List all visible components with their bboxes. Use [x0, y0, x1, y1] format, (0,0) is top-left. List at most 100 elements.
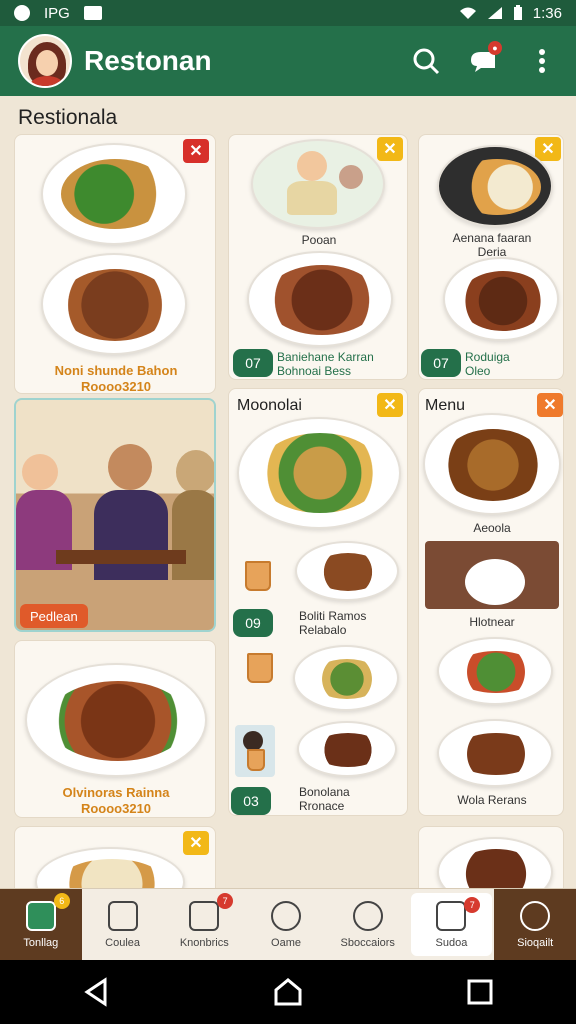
nav-label: Sioqailt — [517, 936, 554, 949]
more-vert-icon — [539, 49, 545, 73]
dish-image — [437, 145, 553, 227]
game-icon — [271, 900, 302, 931]
back-icon[interactable] — [81, 977, 111, 1007]
avatar[interactable] — [18, 34, 72, 88]
menu-card-left[interactable]: Moonolai ✕ 09 Boliti Ramos Relabalo 03 B… — [228, 388, 408, 816]
signal-icon — [487, 7, 502, 19]
wifi-icon — [459, 7, 476, 19]
nav-badge: 7 — [217, 893, 234, 909]
dish-image — [247, 251, 393, 347]
menu-card-right[interactable]: Menu ✕ Aeoola Hlotnear Wola Rerans — [418, 388, 564, 816]
status-bar: IPG 1:36 — [0, 0, 576, 26]
dish-code: Roooo3210 — [80, 800, 152, 816]
dish-image — [437, 719, 553, 787]
dish-name: Boliti Ramos — [299, 609, 367, 623]
close-icon[interactable]: ✕ — [537, 393, 563, 417]
home-icon — [25, 900, 56, 931]
thumbnail-image — [235, 725, 275, 777]
image-caption: Aenana faaran — [452, 231, 532, 245]
person-icon — [520, 900, 551, 931]
close-icon[interactable]: ✕ — [535, 137, 561, 161]
nav-item-discover[interactable]: Sboccaiors — [327, 889, 409, 960]
count-badge: 07 — [421, 349, 461, 377]
dish-image — [443, 257, 559, 341]
nav-item-game[interactable]: Oame — [245, 889, 327, 960]
cart-icon — [189, 900, 220, 931]
dish-image — [41, 143, 187, 245]
dish-code: Bohnoai Bess — [277, 364, 352, 379]
notification-icon — [14, 5, 30, 21]
nav-item-menu[interactable]: Coulea — [82, 889, 164, 960]
dish-card-7[interactable]: Olvinoras Rainna Roooo3210 — [14, 640, 216, 818]
nav-item-orders[interactable]: Sudoa 7 — [410, 893, 493, 956]
dish-name: Bonolana — [299, 785, 350, 799]
nav-label: Sboccaiors — [340, 936, 395, 949]
dish-card-9[interactable] — [418, 826, 564, 896]
more-options-button[interactable] — [526, 45, 558, 77]
app-bar: Restonan ● — [0, 26, 576, 96]
card-title: Moonolai — [237, 397, 302, 414]
dish-image — [297, 721, 397, 777]
nav-badge: 6 — [53, 893, 70, 909]
nav-item-cart[interactable]: Knonbrics 7 — [163, 889, 245, 960]
restaurant-button[interactable]: Pedlean — [20, 604, 88, 628]
dish-code: Rronace — [299, 799, 345, 814]
nav-item-home[interactable]: Tonllag 6 — [0, 889, 82, 960]
dish-name: Noni shunde Bahon — [54, 363, 178, 378]
home-button-icon[interactable] — [273, 977, 303, 1007]
orders-icon — [436, 900, 467, 931]
dish-code: Roooo3210 — [80, 378, 152, 394]
notification-badge: ● — [488, 41, 502, 55]
close-icon[interactable]: ✕ — [377, 137, 403, 161]
dish-code: Relabalo — [299, 623, 347, 638]
nav-item-profile[interactable]: Sioqailt — [494, 889, 576, 960]
nav-label: Tonllag — [23, 936, 59, 949]
count-badge: 03 — [231, 787, 271, 815]
restaurant-photo-card[interactable]: Pedlean — [14, 398, 216, 632]
dish-name: Roduiga — [465, 350, 510, 364]
drink-image — [247, 653, 273, 683]
dish-image — [25, 663, 207, 777]
bottom-navigation: Tonllag 6 Coulea Knonbrics 7 Oame Sbocca… — [0, 888, 576, 960]
nav-label: Oame — [271, 936, 301, 949]
status-time: 1:36 — [532, 4, 562, 22]
close-icon[interactable]: ✕ — [377, 393, 403, 417]
nav-label: Knonbrics — [179, 936, 229, 949]
status-app-label: IPG — [44, 4, 70, 22]
dish-image — [295, 541, 399, 601]
drink-image — [245, 561, 271, 591]
dish-image — [423, 413, 561, 515]
nav-label: Coulea — [105, 936, 140, 949]
close-icon[interactable]: ✕ — [183, 831, 209, 855]
close-icon[interactable]: ✕ — [183, 139, 209, 163]
dish-card-1[interactable]: ✕ Noni shunde Bahon Roooo3210 — [14, 134, 216, 394]
dish-name: Baniehane Karran — [277, 350, 374, 364]
dish-card-3[interactable]: ✕ Aenana faaran Deria 07 Roduiga Oleo — [418, 134, 564, 380]
dish-image — [237, 417, 401, 529]
nav-label: Sudoa — [435, 936, 468, 949]
image-caption: Aeoola — [473, 521, 511, 535]
menu-book-icon — [107, 900, 138, 931]
dish-card-2[interactable]: ✕ Pooan 07 Baniehane Karran Bohnoai Bess — [228, 134, 408, 380]
dish-image — [437, 637, 553, 705]
message-icon — [83, 6, 102, 20]
page-title: Restionala — [18, 106, 118, 129]
image-caption: Pooan — [301, 233, 337, 247]
recents-icon[interactable] — [465, 977, 495, 1007]
notifications-button[interactable]: ● — [468, 41, 502, 77]
dish-name: Olvinoras Rainna — [62, 785, 170, 800]
restaurant-photo — [425, 541, 559, 609]
app-title: Restonan — [84, 45, 212, 76]
dish-code: Oleo — [465, 364, 491, 379]
dining-scene-image — [251, 139, 385, 229]
count-badge: 09 — [233, 609, 273, 637]
search-icon — [413, 48, 440, 75]
search-button[interactable] — [410, 45, 442, 77]
image-caption: Hlotnear — [469, 615, 515, 629]
nav-badge: 7 — [464, 897, 481, 913]
dish-image — [41, 253, 187, 355]
dish-image — [293, 645, 399, 711]
dish-card-8[interactable]: ✕ — [14, 826, 216, 896]
card-title: Menu — [425, 397, 466, 414]
system-navigation-bar — [0, 960, 576, 1024]
